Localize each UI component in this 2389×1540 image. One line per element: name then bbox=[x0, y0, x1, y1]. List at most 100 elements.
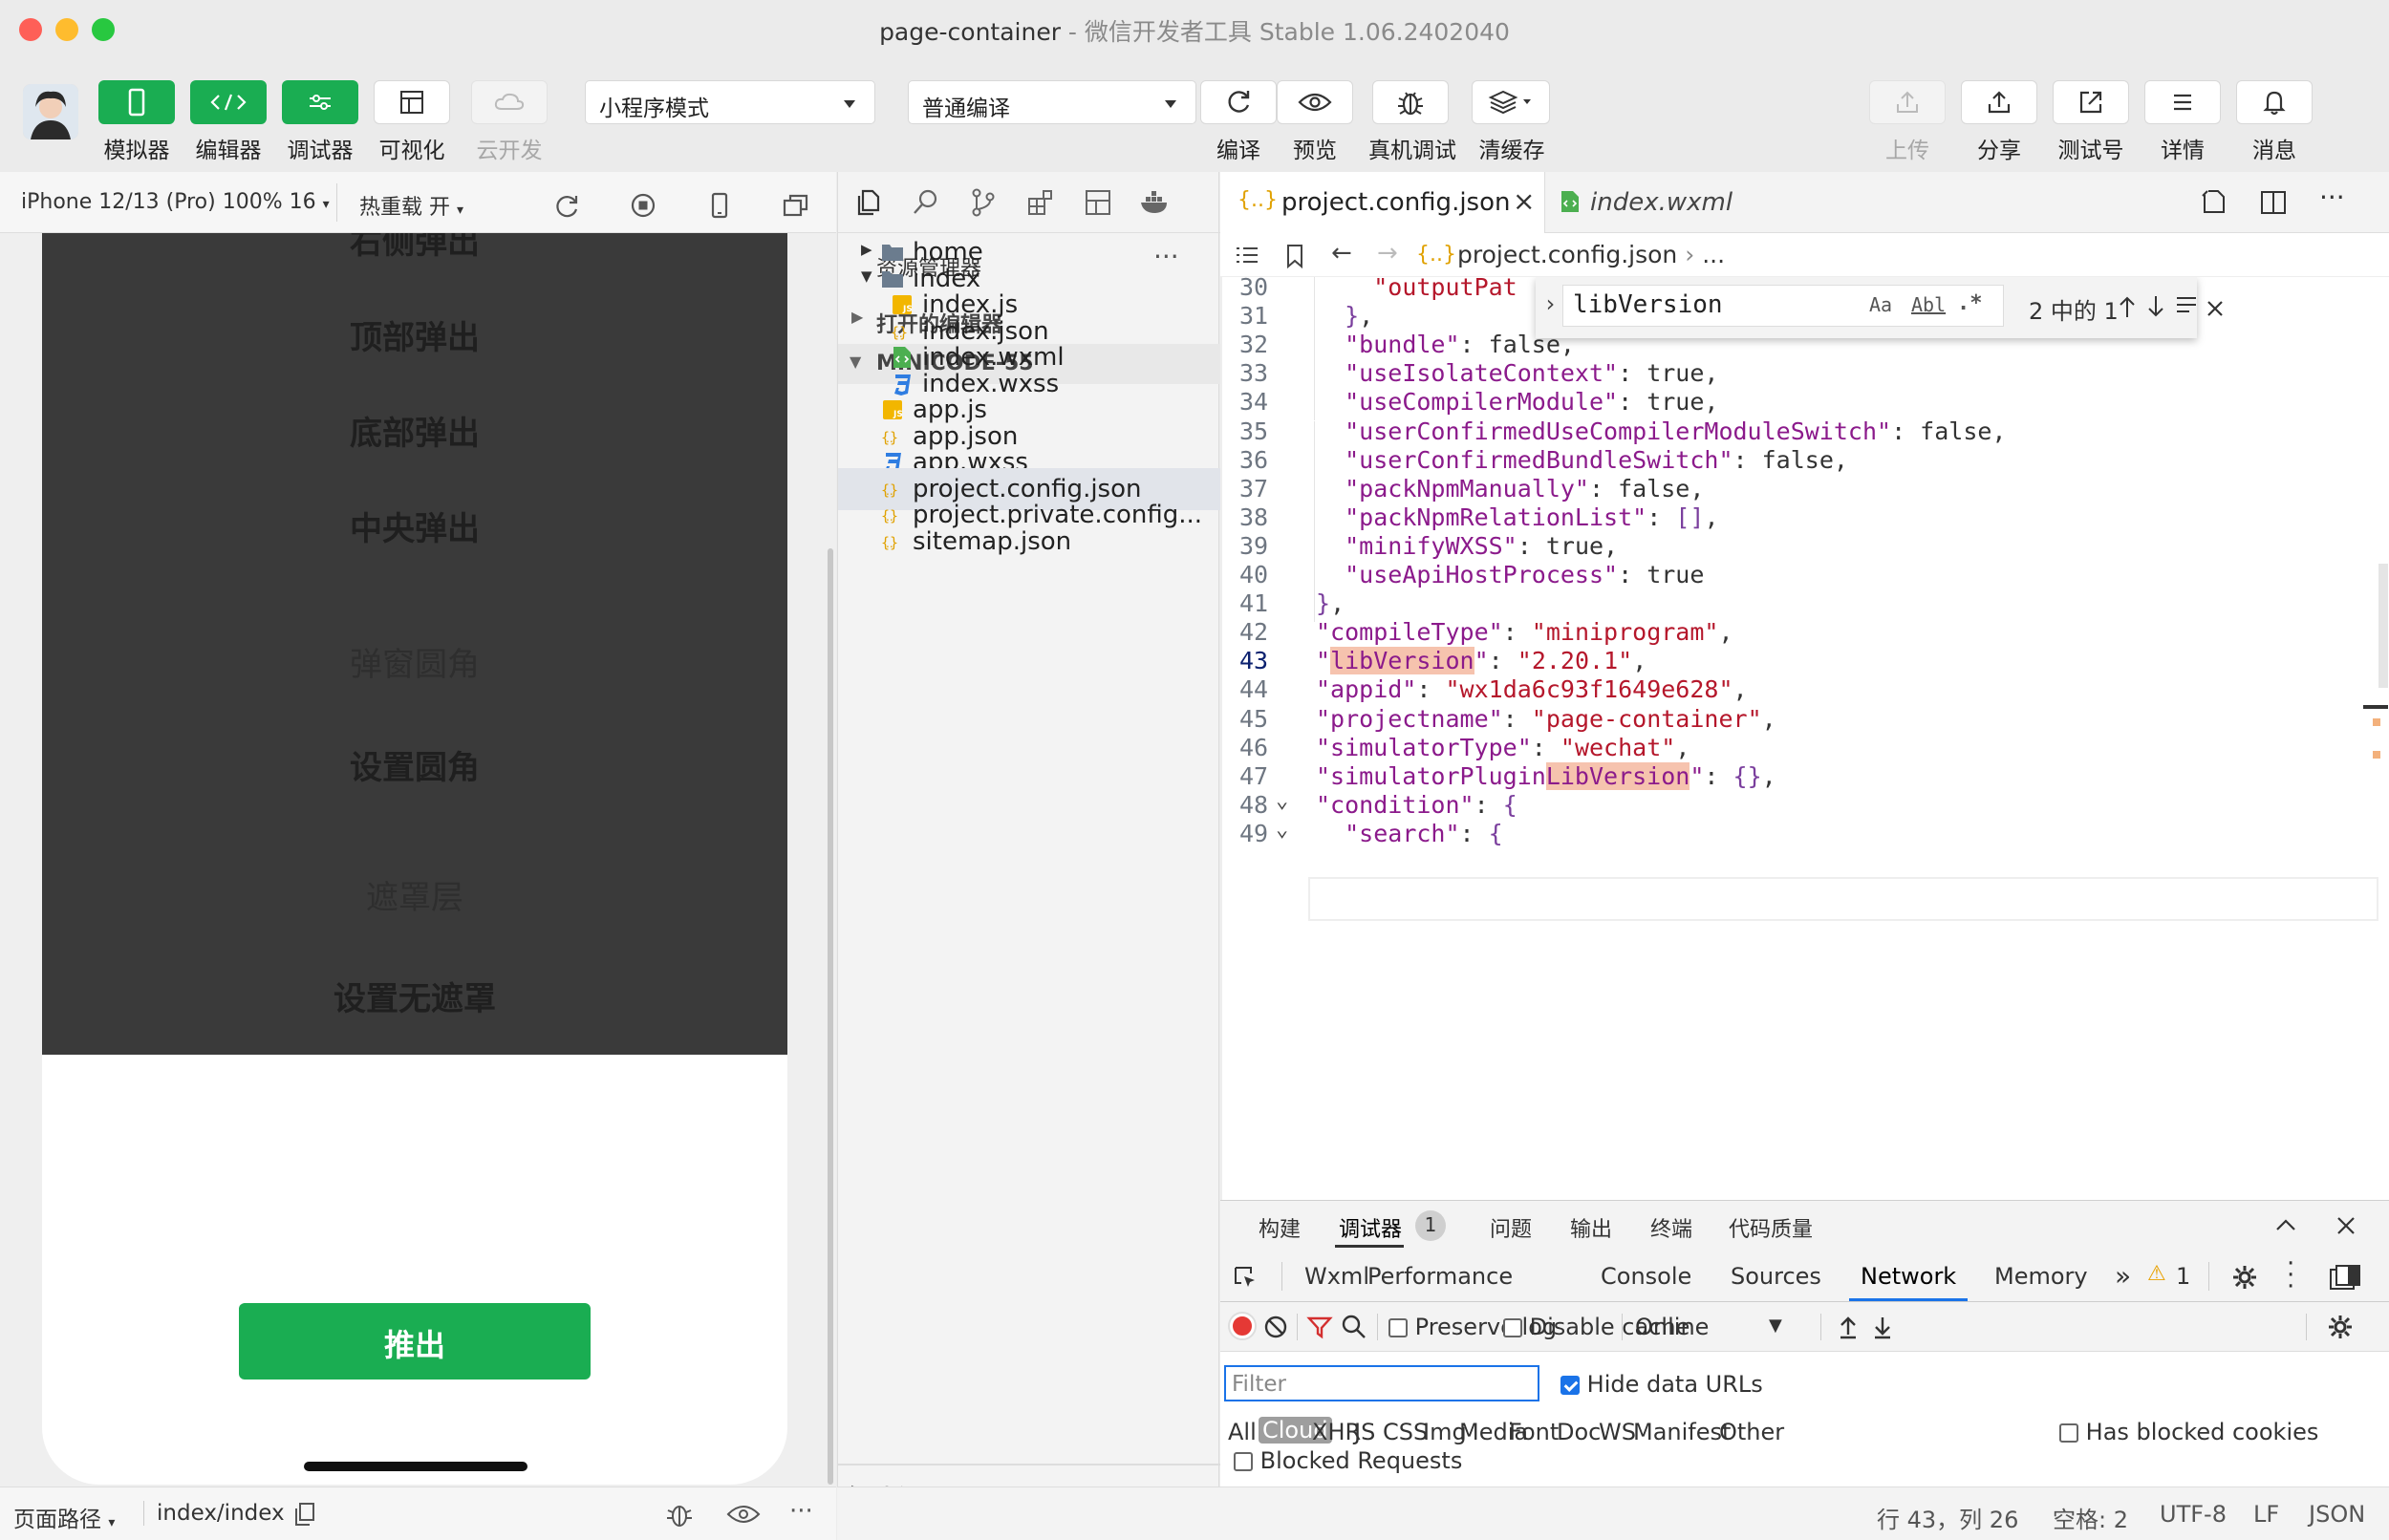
whole-word-toggle[interactable]: Abl bbox=[1911, 293, 1946, 316]
editor-scrollbar[interactable] bbox=[2378, 564, 2388, 688]
chevron-up-icon[interactable] bbox=[2273, 1214, 2298, 1237]
details-button[interactable] bbox=[2144, 80, 2221, 124]
code-editor[interactable]: 30 "outputPat 31 }, 32 "bundle": false, 33 … bbox=[1220, 277, 2389, 1200]
phone-icon[interactable] bbox=[705, 191, 734, 220]
tab-output[interactable]: 输出 bbox=[1570, 1212, 1612, 1243]
bookmark-icon[interactable] bbox=[1283, 243, 1306, 269]
tab-problems[interactable]: 问题 bbox=[1490, 1212, 1532, 1243]
file-tree-item[interactable]: {}.. sitemap.json bbox=[838, 521, 1220, 563]
stop-icon[interactable] bbox=[629, 191, 657, 220]
type-filter-doc[interactable]: Doc bbox=[1557, 1419, 1601, 1445]
more-tabs-button[interactable]: » bbox=[2115, 1260, 2131, 1292]
page-path-select[interactable]: 页面路径 ▾ bbox=[13, 1501, 115, 1533]
more-icon[interactable]: ··· bbox=[789, 1497, 813, 1526]
fold-chevron-icon[interactable]: ⌄ bbox=[1276, 789, 1288, 813]
type-filter-manifest[interactable]: Manifest bbox=[1633, 1419, 1731, 1445]
indentation[interactable]: 空格: 2 bbox=[2053, 1501, 2128, 1534]
messages-button[interactable] bbox=[2236, 80, 2313, 124]
type-filter-js[interactable]: JS bbox=[1354, 1419, 1375, 1445]
regex-toggle[interactable]: .* bbox=[1957, 291, 1983, 315]
more-icon[interactable]: ··· bbox=[2319, 182, 2345, 213]
close-icon[interactable] bbox=[2335, 1214, 2357, 1237]
real-device-debug-button[interactable] bbox=[1372, 80, 1449, 124]
layout-icon[interactable] bbox=[1083, 187, 1113, 218]
clear-icon[interactable] bbox=[1262, 1314, 1289, 1340]
avatar[interactable] bbox=[23, 84, 78, 139]
close-icon[interactable] bbox=[2205, 298, 2226, 319]
top-popup-button[interactable]: 顶部弹出 bbox=[239, 294, 591, 369]
split-editor-icon[interactable] bbox=[2258, 187, 2289, 218]
debugger-toggle-button[interactable] bbox=[282, 80, 358, 124]
tab-code-quality[interactable]: 代码质量 bbox=[1729, 1212, 1813, 1243]
source-control-icon[interactable] bbox=[968, 187, 999, 218]
no-mask-button[interactable]: 设置无遮罩 bbox=[239, 955, 591, 1030]
filter-icon[interactable] bbox=[1306, 1314, 1333, 1340]
bottom-popup-button[interactable]: 底部弹出 bbox=[239, 390, 591, 464]
tab-memory[interactable]: Memory bbox=[1994, 1263, 2088, 1290]
cursor-position[interactable]: 行 43，列 26 bbox=[1877, 1501, 2018, 1534]
tab-performance[interactable]: Performance bbox=[1367, 1263, 1513, 1290]
gear-icon[interactable] bbox=[2231, 1264, 2258, 1291]
arrow-up-icon[interactable] bbox=[2117, 294, 2138, 319]
copy-icon[interactable] bbox=[292, 1501, 317, 1528]
tab-build[interactable]: 构建 bbox=[1259, 1212, 1301, 1243]
center-popup-button[interactable]: 中央弹出 bbox=[239, 485, 591, 560]
warning-count[interactable]: 1 bbox=[2176, 1263, 2190, 1290]
gear-icon[interactable] bbox=[2327, 1314, 2354, 1340]
tab-debugger[interactable]: 调试器 bbox=[1339, 1212, 1402, 1243]
network-filter-input[interactable]: Filter bbox=[1224, 1365, 1539, 1401]
arrow-down-icon[interactable] bbox=[2145, 294, 2166, 319]
chevron-right-icon[interactable]: › bbox=[1543, 290, 1557, 317]
device-select[interactable]: iPhone 12/13 (Pro) 100% 16 ▾ bbox=[21, 190, 330, 214]
tab-project-config-json[interactable]: {..} project.config.json × bbox=[1220, 172, 1545, 233]
tab-wxml[interactable]: Wxml bbox=[1304, 1263, 1369, 1290]
cloud-dev-button[interactable] bbox=[471, 80, 548, 124]
throttle-select[interactable]: Online ▼ bbox=[1635, 1314, 1782, 1340]
dock-icon[interactable] bbox=[2329, 1264, 2361, 1291]
language-mode[interactable]: JSON bbox=[2309, 1501, 2365, 1528]
simulator-scrollbar[interactable] bbox=[828, 548, 833, 1485]
fold-chevron-icon[interactable]: ⌄ bbox=[1276, 818, 1288, 842]
type-filter-css[interactable]: CSS bbox=[1383, 1419, 1428, 1445]
bug-icon[interactable] bbox=[663, 1499, 696, 1529]
type-filter-font[interactable]: Font bbox=[1509, 1419, 1559, 1445]
share-button[interactable] bbox=[1961, 80, 2037, 124]
close-icon[interactable]: × bbox=[1513, 185, 1535, 217]
right-popup-button[interactable]: 右侧弹出 bbox=[239, 233, 591, 273]
type-filter-ws[interactable]: WS bbox=[1599, 1419, 1636, 1445]
find-input[interactable]: libVersion Aa Abl .* bbox=[1562, 285, 2004, 327]
hot-reload-select[interactable]: 热重载 开 ▾ bbox=[359, 190, 463, 221]
compile-button[interactable] bbox=[1200, 80, 1277, 124]
search-icon[interactable] bbox=[911, 187, 941, 218]
blocked-requests-checkbox[interactable]: Blocked Requests bbox=[1234, 1447, 1462, 1474]
more-vertical-icon[interactable]: · · · bbox=[2287, 1251, 2294, 1299]
compile-select[interactable]: 普通编译 bbox=[908, 80, 1196, 124]
match-case-toggle[interactable]: Aa bbox=[1869, 293, 1892, 316]
file-encoding[interactable]: UTF-8 bbox=[2160, 1501, 2227, 1528]
back-arrow-icon[interactable]: ← bbox=[1331, 239, 1352, 267]
tab-terminal[interactable]: 终端 bbox=[1650, 1212, 1692, 1243]
breadcrumb-file[interactable]: project.config.json › ... bbox=[1457, 241, 1725, 268]
record-button[interactable] bbox=[1230, 1314, 1255, 1338]
editor-toggle-button[interactable] bbox=[190, 80, 267, 124]
search-icon[interactable] bbox=[1341, 1314, 1367, 1340]
tab-console[interactable]: Console bbox=[1601, 1263, 1691, 1290]
export-icon[interactable] bbox=[1870, 1314, 1895, 1340]
type-filter-other[interactable]: Other bbox=[1719, 1419, 1784, 1445]
visual-toggle-button[interactable] bbox=[374, 80, 450, 124]
line-ending[interactable]: LF bbox=[2253, 1501, 2279, 1528]
tab-sources[interactable]: Sources bbox=[1731, 1263, 1821, 1290]
import-icon[interactable] bbox=[1836, 1314, 1861, 1340]
upload-button[interactable] bbox=[1869, 80, 1946, 124]
mode-select[interactable]: 小程序模式 bbox=[585, 80, 875, 124]
files-icon[interactable] bbox=[853, 187, 884, 218]
eye-icon[interactable] bbox=[726, 1503, 761, 1526]
page-container-mask[interactable]: 右侧弹出 顶部弹出 底部弹出 中央弹出 弹窗圆角 设置圆角 遮罩层 设置无遮罩 bbox=[42, 233, 787, 1055]
push-out-button[interactable]: 推出 bbox=[239, 1303, 591, 1380]
docker-icon[interactable] bbox=[1138, 187, 1173, 218]
list-icon[interactable] bbox=[1234, 245, 1260, 267]
simulator-toggle-button[interactable] bbox=[98, 80, 175, 124]
preview-button[interactable] bbox=[1277, 80, 1353, 124]
has-blocked-cookies-checkbox[interactable]: Has blocked cookies bbox=[2059, 1419, 2318, 1445]
tab-network[interactable]: Network bbox=[1861, 1263, 1956, 1290]
